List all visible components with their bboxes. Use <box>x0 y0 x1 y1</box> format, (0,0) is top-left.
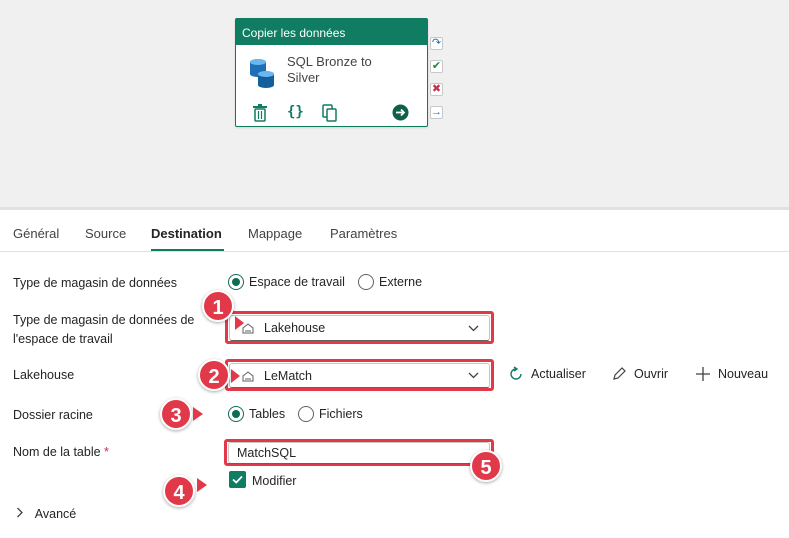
copy-icon[interactable] <box>322 104 338 122</box>
completion-port-icon[interactable]: → <box>430 106 443 119</box>
root-folder-tables-radio[interactable]: Tables <box>228 406 285 422</box>
copy-activity-card[interactable]: Copier les données SQL Bronze to Silver … <box>235 18 428 127</box>
tab-parameters[interactable]: Paramètres <box>330 226 397 241</box>
skip-port-icon[interactable]: ↷ <box>430 37 443 50</box>
callout-pointer-4 <box>197 478 207 492</box>
sql-database-icon <box>250 59 274 88</box>
delete-icon[interactable] <box>252 104 268 122</box>
root-folder-files-radio[interactable]: Fichiers <box>298 406 363 422</box>
radio-checked-icon <box>228 406 244 422</box>
lakehouse-icon <box>242 370 254 381</box>
advanced-label: Avancé <box>34 507 77 521</box>
advanced-section-toggle[interactable]: Avancé <box>16 505 76 524</box>
checkmark-icon <box>232 475 243 484</box>
callout-badge-5: 5 <box>470 450 502 482</box>
chevron-down-icon <box>468 325 479 331</box>
go-arrow-icon[interactable] <box>392 104 409 121</box>
radio-label: Espace de travail <box>249 275 345 289</box>
edit-checkbox-label: Modifier <box>252 474 297 488</box>
callout-pointer-2 <box>231 369 240 383</box>
radio-label: Tables <box>249 407 286 421</box>
radio-checked-icon <box>228 274 244 290</box>
required-mark: * <box>104 445 109 459</box>
lakehouse-dropdown[interactable]: LeMatch <box>229 363 490 388</box>
tabs-separator <box>0 251 789 252</box>
chevron-down-icon <box>468 372 479 379</box>
panel-divider[interactable] <box>0 207 789 210</box>
tab-mapping[interactable]: Mappage <box>248 226 302 241</box>
radio-unchecked-icon <box>298 406 314 422</box>
workspace-store-type-label: Type de magasin de données de l'espace d… <box>13 313 195 346</box>
pencil-icon <box>613 367 626 380</box>
success-port-icon[interactable]: ✔ <box>430 60 443 73</box>
table-name-label-text: Nom de la table <box>13 445 101 459</box>
dropdown-value: Lakehouse <box>264 321 326 335</box>
callout-badge-2: 2 <box>198 359 230 391</box>
store-type-label: Type de magasin de données <box>13 276 178 290</box>
refresh-icon <box>510 366 522 380</box>
chevron-right-icon <box>17 507 23 518</box>
tab-destination[interactable]: Destination <box>151 226 222 241</box>
workspace-store-type-dropdown[interactable]: Lakehouse <box>229 315 490 341</box>
root-folder-label: Dossier racine <box>13 408 93 422</box>
lakehouse-label: Lakehouse <box>13 368 75 382</box>
radio-unchecked-icon <box>358 274 374 290</box>
store-type-workspace-radio[interactable]: Espace de travail <box>228 274 345 290</box>
callout-pointer-1 <box>235 316 244 330</box>
edit-checkbox[interactable] <box>229 471 246 488</box>
activity-type-label: Copier les données <box>236 19 427 45</box>
refresh-label: Actualiser <box>531 367 586 381</box>
radio-label: Externe <box>379 275 423 289</box>
callout-badge-3: 3 <box>160 398 192 430</box>
failure-port-icon[interactable]: ✖ <box>430 83 443 96</box>
callout-badge-4: 4 <box>163 475 195 507</box>
open-button[interactable]: Ouvrir <box>611 366 668 382</box>
callout-pointer-3 <box>193 407 203 421</box>
open-label: Ouvrir <box>634 367 669 381</box>
radio-label: Fichiers <box>319 407 363 421</box>
plus-icon <box>696 367 710 381</box>
code-icon[interactable]: {} <box>287 104 304 120</box>
table-name-label: Nom de la table * <box>13 443 109 462</box>
store-type-external-radio[interactable]: Externe <box>358 274 422 290</box>
dropdown-value: LeMatch <box>264 368 312 383</box>
table-name-input[interactable]: MatchSQL <box>228 442 490 464</box>
refresh-button[interactable]: Actualiser <box>508 366 586 382</box>
tab-source[interactable]: Source <box>85 226 126 241</box>
tab-general[interactable]: Général <box>13 226 59 241</box>
callout-badge-1: 1 <box>202 290 234 322</box>
activity-name: SQL Bronze to Silver <box>287 54 372 85</box>
new-button[interactable]: Nouveau <box>695 366 768 382</box>
new-label: Nouveau <box>718 367 769 381</box>
